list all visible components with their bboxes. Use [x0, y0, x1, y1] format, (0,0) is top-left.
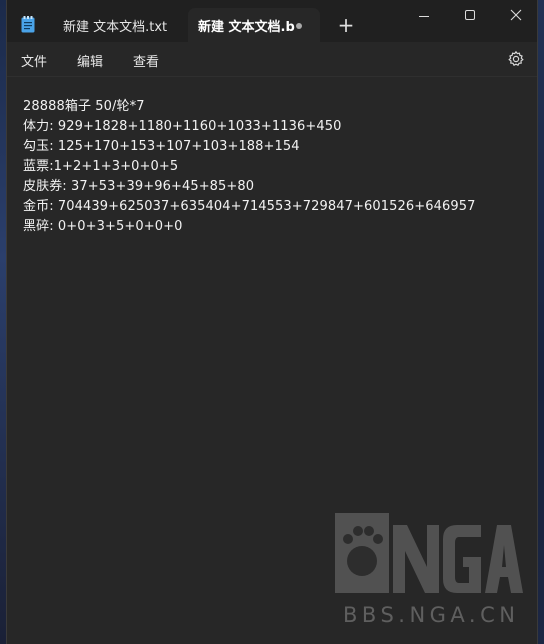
tab-document-txt[interactable]: 新建 文本文档.txt: [51, 8, 185, 42]
text-line: 蓝票:1+2+1+3+0+0+5: [23, 159, 179, 174]
menu-view[interactable]: 查看: [133, 51, 159, 70]
nga-logo-watermark: [335, 513, 523, 593]
text-line: 金币: 704439+625037+635404+714553+729847+6…: [23, 199, 476, 214]
new-tab-button[interactable]: +: [337, 15, 355, 35]
menu-edit[interactable]: 编辑: [77, 51, 103, 70]
menu-bar: 文件 编辑 查看: [7, 42, 537, 76]
unsaved-dot-icon[interactable]: [296, 23, 302, 29]
text-line: 体力: 929+1828+1180+1160+1033+1136+450: [23, 119, 342, 134]
tab-document-active[interactable]: 新建 文本文档.b: [188, 8, 320, 42]
notepad-window: 新建 文本文档.txt 新建 文本文档.b + 文件 编辑 查看 28888箱子…: [6, 0, 538, 644]
watermark-text: BBS.NGA.CN: [343, 603, 520, 627]
tab-label: 新建 文本文档.txt: [63, 19, 168, 35]
maximize-icon[interactable]: [447, 6, 493, 26]
text-line: 皮肤券: 37+53+39+96+45+85+80: [23, 179, 255, 194]
close-icon[interactable]: [493, 6, 538, 26]
text-line: 勾玉: 125+170+153+107+103+188+154: [23, 139, 300, 154]
tab-label: 新建 文本文档.b: [198, 19, 295, 35]
text-line: 黑碎: 0+0+3+5+0+0+0: [23, 219, 183, 234]
notepad-icon: [21, 16, 35, 33]
text-line: 28888箱子 50/轮*7: [23, 99, 145, 114]
gear-icon[interactable]: [507, 50, 525, 68]
title-bar[interactable]: 新建 文本文档.txt 新建 文本文档.b +: [7, 0, 538, 42]
desktop-background-right: [538, 0, 544, 644]
minimize-icon[interactable]: [401, 6, 447, 26]
menu-file[interactable]: 文件: [21, 51, 47, 70]
